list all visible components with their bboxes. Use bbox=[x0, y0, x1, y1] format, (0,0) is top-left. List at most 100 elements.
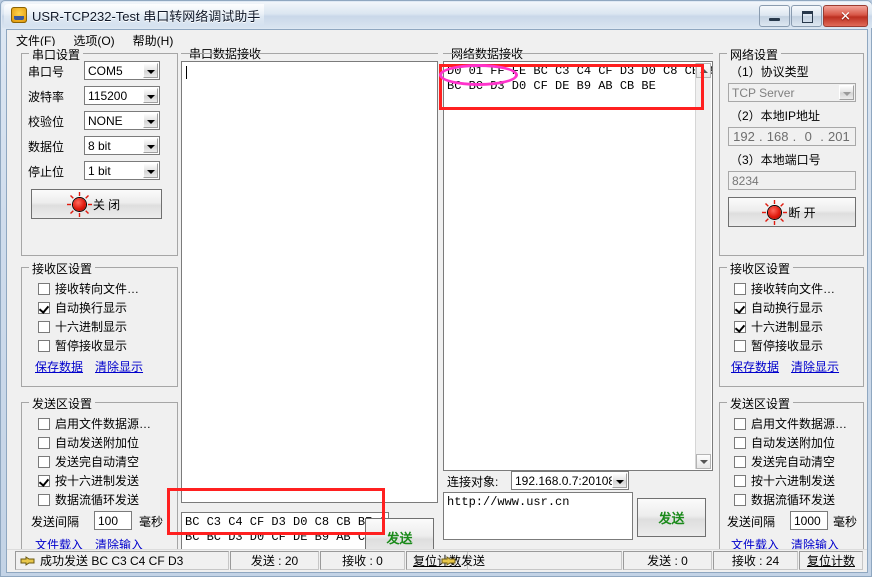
ip-octet-2: 168 bbox=[766, 129, 789, 144]
serial-recv-clear-display-link[interactable]: 清除显示 bbox=[95, 358, 143, 375]
checkbox-icon[interactable] bbox=[734, 436, 746, 449]
net-receive-content: D0 01 FF FE BC C3 C4 CF D3 D0 C8 CB BF C… bbox=[447, 64, 712, 93]
parity-combo[interactable]: NONE bbox=[84, 111, 160, 130]
checkbox-icon[interactable] bbox=[38, 282, 50, 295]
checkbox-serial-recv-pause[interactable]: 暂停接收显示 bbox=[38, 337, 127, 354]
chevron-down-icon[interactable] bbox=[143, 163, 158, 178]
pointing-hand-icon bbox=[441, 554, 457, 568]
stop-bits-combo[interactable]: 1 bit bbox=[84, 161, 160, 180]
net-receive-scrollbar[interactable] bbox=[695, 63, 711, 469]
net-send-interval-input[interactable]: 1000 bbox=[790, 511, 828, 530]
checkbox-serial-send-auto-clear[interactable]: 发送完自动清空 bbox=[38, 453, 139, 470]
ip-octet-1: 192 bbox=[733, 129, 755, 144]
checkbox-net-send-file-source[interactable]: 启用文件数据源… bbox=[734, 415, 847, 432]
checkbox-icon[interactable] bbox=[38, 493, 50, 506]
net-send-textarea[interactable]: http://www.usr.cn bbox=[443, 492, 633, 540]
checkbox-icon[interactable] bbox=[734, 455, 746, 468]
serial-settings-group: 串口设置 串口号 COM5 波特率 115200 校验位 NONE 数据位 8 … bbox=[21, 46, 178, 256]
menu-help[interactable]: 帮助(H) bbox=[124, 30, 183, 51]
local-port-value: 8234 bbox=[732, 173, 759, 188]
net-send-button[interactable]: 发送 bbox=[637, 498, 706, 537]
serial-send-interval-unit: 毫秒 bbox=[139, 515, 164, 529]
checkbox-serial-send-loop[interactable]: 数据流循环发送 bbox=[38, 491, 139, 508]
net-send-interval-value: 1000 bbox=[794, 513, 821, 528]
baud-rate-combo[interactable]: 115200 bbox=[84, 86, 160, 105]
pointing-hand-icon bbox=[20, 554, 36, 568]
net-recv-clear-display-link[interactable]: 清除显示 bbox=[791, 358, 839, 375]
serial-recv-settings-legend: 接收区设置 bbox=[29, 260, 96, 277]
net-recv-save-data-link[interactable]: 保存数据 bbox=[731, 358, 779, 375]
minimize-icon bbox=[769, 18, 780, 21]
scroll-down-icon[interactable] bbox=[696, 454, 711, 469]
checkbox-net-recv-to-file[interactable]: 接收转向文件… bbox=[734, 280, 835, 297]
checkbox-serial-send-auto-append[interactable]: 自动发送附加位 bbox=[38, 434, 139, 451]
network-settings-group: 网络设置 （1）协议类型 TCP Server （2）本地IP地址 192 . … bbox=[719, 46, 864, 256]
checkbox-icon[interactable] bbox=[734, 417, 746, 430]
network-disconnect-button-label: 断 开 bbox=[788, 205, 816, 220]
network-disconnect-button[interactable]: 断 开 bbox=[728, 197, 856, 227]
checkbox-net-send-auto-clear[interactable]: 发送完自动清空 bbox=[734, 453, 835, 470]
checkbox-label: 按十六进制发送 bbox=[55, 474, 140, 488]
chevron-down-icon[interactable] bbox=[839, 85, 854, 100]
minimize-button[interactable] bbox=[759, 5, 790, 27]
protocol-type-combo[interactable]: TCP Server bbox=[728, 83, 856, 102]
chevron-down-icon[interactable] bbox=[143, 113, 158, 128]
checkbox-icon[interactable] bbox=[38, 474, 50, 487]
checkbox-label: 自动换行显示 bbox=[751, 301, 824, 315]
status-right-reset-button[interactable]: 复位计数 bbox=[799, 551, 863, 570]
chevron-down-icon[interactable] bbox=[612, 473, 627, 488]
data-bits-combo[interactable]: 8 bit bbox=[84, 136, 160, 155]
checkbox-net-recv-pause[interactable]: 暂停接收显示 bbox=[734, 337, 823, 354]
window-title: USR-TCP232-Test 串口转网络调试助手 bbox=[32, 9, 261, 24]
checkbox-label: 数据流循环发送 bbox=[55, 493, 140, 507]
checkbox-icon[interactable] bbox=[734, 474, 746, 487]
checkbox-serial-recv-hex[interactable]: 十六进制显示 bbox=[38, 318, 127, 335]
serial-receive-textarea[interactable] bbox=[181, 61, 438, 503]
checkbox-serial-send-file-source[interactable]: 启用文件数据源… bbox=[38, 415, 151, 432]
checkbox-net-send-auto-append[interactable]: 自动发送附加位 bbox=[734, 434, 835, 451]
chevron-down-icon[interactable] bbox=[143, 138, 158, 153]
checkbox-net-recv-autowrap[interactable]: 自动换行显示 bbox=[734, 299, 823, 316]
red-led-icon bbox=[66, 191, 92, 217]
close-icon: ✕ bbox=[840, 8, 851, 24]
local-port-input[interactable]: 8234 bbox=[728, 171, 856, 190]
serial-send-interval-input[interactable]: 100 bbox=[94, 511, 132, 530]
protocol-type-label: （1）协议类型 bbox=[730, 65, 809, 79]
status-right-text: 发送 bbox=[461, 554, 486, 568]
checkbox-icon[interactable] bbox=[734, 301, 746, 314]
checkbox-icon[interactable] bbox=[38, 301, 50, 314]
scroll-up-icon[interactable] bbox=[696, 63, 711, 78]
status-right-reset-text: 复位计数 bbox=[806, 554, 855, 568]
checkbox-icon[interactable] bbox=[38, 339, 50, 352]
checkbox-icon[interactable] bbox=[734, 320, 746, 333]
net-connection-combo[interactable]: 192.168.0.7:20108 bbox=[511, 471, 629, 490]
chevron-down-icon[interactable] bbox=[143, 63, 158, 78]
serial-close-button[interactable]: 关 闭 bbox=[31, 189, 162, 219]
close-button[interactable]: ✕ bbox=[823, 5, 868, 27]
app-icon bbox=[11, 7, 27, 23]
chevron-down-icon[interactable] bbox=[143, 88, 158, 103]
checkbox-icon[interactable] bbox=[734, 282, 746, 295]
checkbox-net-send-hex[interactable]: 按十六进制发送 bbox=[734, 472, 835, 489]
checkbox-icon[interactable] bbox=[38, 320, 50, 333]
checkbox-serial-send-hex[interactable]: 按十六进制发送 bbox=[38, 472, 139, 489]
status-bar: 成功发送 BC C3 C4 CF D3 发送 : 20 接收 : 0 复位计数 bbox=[7, 549, 867, 572]
checkbox-net-recv-hex[interactable]: 十六进制显示 bbox=[734, 318, 823, 335]
local-ip-input[interactable]: 192 . 168 . 0 . 201 bbox=[728, 127, 856, 146]
checkbox-icon[interactable] bbox=[38, 455, 50, 468]
checkbox-icon[interactable] bbox=[38, 417, 50, 430]
net-receive-textarea[interactable]: D0 01 FF FE BC C3 C4 CF D3 D0 C8 CB BF C… bbox=[443, 61, 713, 471]
maximize-button[interactable] bbox=[791, 5, 822, 27]
checkbox-icon[interactable] bbox=[734, 493, 746, 506]
net-send-settings-group: 发送区设置 启用文件数据源… 自动发送附加位 发送完自动清空 按十六进制发送 数… bbox=[719, 395, 864, 567]
status-right-recv-text: 接收 : 24 bbox=[731, 554, 780, 568]
serial-port-combo[interactable]: COM5 bbox=[84, 61, 160, 80]
checkbox-serial-recv-to-file[interactable]: 接收转向文件… bbox=[38, 280, 139, 297]
checkbox-icon[interactable] bbox=[38, 436, 50, 449]
checkbox-serial-recv-autowrap[interactable]: 自动换行显示 bbox=[38, 299, 127, 316]
checkbox-icon[interactable] bbox=[734, 339, 746, 352]
net-send-content: http://www.usr.cn bbox=[447, 495, 570, 509]
status-left-message: 成功发送 BC C3 C4 CF D3 bbox=[15, 551, 229, 570]
serial-recv-save-data-link[interactable]: 保存数据 bbox=[35, 358, 83, 375]
checkbox-net-send-loop[interactable]: 数据流循环发送 bbox=[734, 491, 835, 508]
